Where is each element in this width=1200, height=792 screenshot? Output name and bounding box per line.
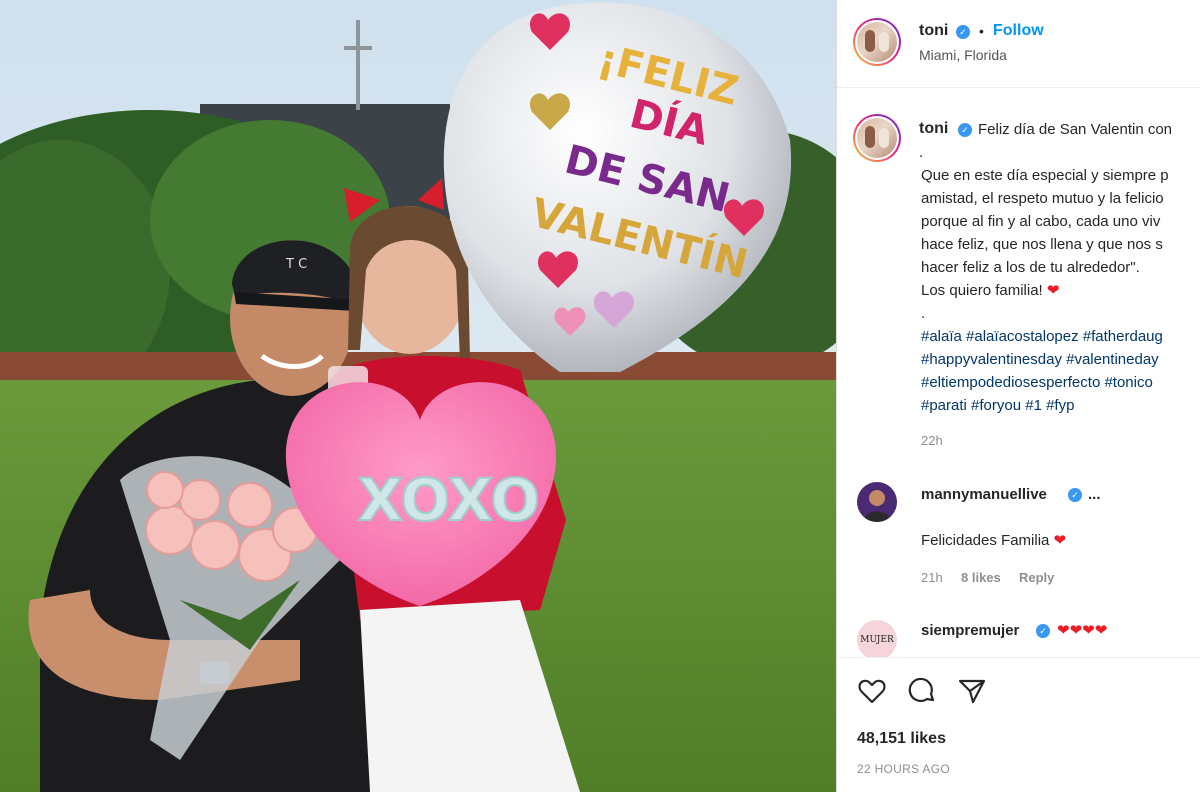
comment-icon[interactable] — [907, 676, 937, 706]
caption-username[interactable]: toni — [919, 120, 948, 138]
caption-line-5: porque al fin y al cabo, cada uno viv — [921, 213, 1161, 230]
comment-username[interactable]: mannymanuellive — [921, 486, 1047, 503]
pillow-text: XOXO — [358, 466, 540, 534]
comment-time[interactable]: 21h — [921, 570, 943, 585]
post-location[interactable]: Miami, Florida — [919, 47, 1007, 63]
comment-text-body: Felicidades Familia — [921, 532, 1054, 549]
share-icon[interactable] — [957, 676, 987, 706]
caption-line-6: hace feliz, que nos llena y que nos s — [921, 236, 1163, 253]
commenter-avatar[interactable] — [857, 482, 897, 522]
commenter-verified-icon: ✓ — [1036, 624, 1050, 638]
heart-icon[interactable] — [857, 676, 887, 706]
caption-hashtags-2[interactable]: #happyvalentinesday #valentineday — [921, 348, 1159, 371]
cap-logo: T C — [285, 257, 307, 272]
caption-hashtags-3[interactable]: #eltiempodediosesperfecto #tonico — [921, 371, 1153, 394]
header-separator: • — [979, 23, 984, 39]
caption-line-3: Que en este día especial y siempre p — [921, 167, 1169, 184]
reply-button[interactable]: Reply — [1019, 570, 1054, 585]
comment-likes[interactable]: 8 likes — [961, 570, 1001, 585]
post-side-panel: toni ✓ • Follow Miami, Florida toni ✓ Fe… — [836, 0, 1200, 792]
post-actions: 48,151 likes 22 HOURS AGO — [837, 657, 1200, 792]
author-username[interactable]: toni — [919, 22, 948, 40]
follow-button[interactable]: Follow — [993, 22, 1044, 40]
caption-line-7: hacer feliz a los de tu alrededor". — [921, 259, 1140, 276]
caption-line-2: . — [919, 144, 924, 161]
heart-emoji-icon: ❤ — [1053, 532, 1067, 549]
post-header: toni ✓ • Follow Miami, Florida — [837, 0, 1200, 88]
caption-line-8: Los quiero familia! ❤ — [921, 279, 1059, 302]
caption-line-9: . — [921, 305, 926, 322]
comment-hearts: ❤❤❤❤ — [1057, 622, 1108, 639]
comment-text: Felicidades Familia ❤ — [921, 529, 1066, 552]
caption-time[interactable]: 22h — [921, 433, 943, 448]
post-photo-image: T C XOXO ¡FELIZ DÍA DE SAN VALENTÍN — [0, 0, 836, 792]
caption-line-1: Feliz día de San Valentin con — [978, 121, 1173, 138]
likes-count[interactable]: 48,151 likes — [857, 730, 946, 748]
caption-author-avatar[interactable] — [853, 114, 901, 162]
comment-username[interactable]: siempremujer — [921, 622, 1019, 639]
post-photo[interactable]: T C XOXO ¡FELIZ DÍA DE SAN VALENTÍN — [0, 0, 836, 792]
heart-emoji-icon: ❤ — [1046, 282, 1060, 299]
caption-line-4: amistad, el respeto mutuo y la felicio — [921, 190, 1164, 207]
commenter-avatar[interactable]: MUJER — [857, 620, 897, 660]
caption-verified-icon: ✓ — [958, 123, 972, 137]
author-avatar[interactable] — [853, 18, 901, 66]
caption-hashtags-4[interactable]: #parati #foryou #1 #fyp — [921, 394, 1074, 417]
commenter-verified-icon: ✓ — [1068, 488, 1082, 502]
verified-badge-icon: ✓ — [956, 25, 970, 39]
caption-hashtags-1[interactable]: #alaïa #alaïacostalopez #fatherdaug — [921, 325, 1163, 348]
caption-line-8-text: Los quiero familia! — [921, 282, 1047, 299]
post-timestamp: 22 HOURS AGO — [857, 762, 950, 776]
comment-more[interactable]: ... — [1088, 483, 1101, 506]
